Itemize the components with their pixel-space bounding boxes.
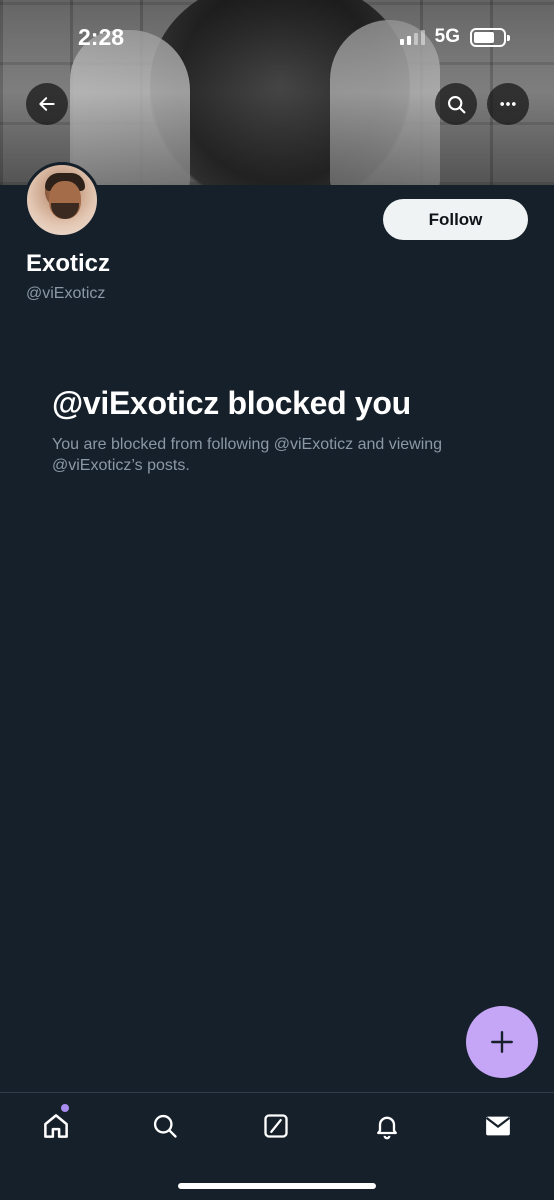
more-options-button[interactable] — [487, 83, 529, 125]
blocked-title: @viExoticz blocked you — [52, 385, 411, 421]
search-button[interactable] — [435, 83, 477, 125]
mail-icon — [485, 1116, 511, 1136]
arrow-left-icon — [39, 97, 55, 111]
network-label: 5G — [434, 26, 460, 47]
follow-button[interactable]: Follow — [383, 199, 528, 240]
more-horizontal-icon — [500, 102, 516, 106]
tab-home[interactable] — [39, 1109, 73, 1143]
status-time: 2:28 — [78, 24, 125, 50]
tab-notifications[interactable] — [370, 1109, 404, 1143]
blocked-description: You are blocked from following @viExotic… — [52, 436, 443, 474]
bell-icon — [377, 1116, 397, 1140]
home-indicator — [178, 1183, 376, 1189]
profile-handle: @viExoticz — [26, 285, 106, 302]
tab-messages[interactable] — [481, 1109, 515, 1143]
cellular-signal-icon — [399, 29, 425, 45]
home-notification-dot — [61, 1104, 69, 1112]
grok-icon — [264, 1114, 288, 1138]
tab-grok[interactable] — [259, 1109, 293, 1143]
battery-icon — [470, 27, 510, 47]
tab-search[interactable] — [148, 1109, 182, 1143]
profile-avatar[interactable] — [24, 162, 100, 238]
back-button[interactable] — [26, 83, 68, 125]
profile-screen: 2:28 5G Follow Exoticz @viExoticz @viExo… — [0, 0, 554, 1200]
home-icon — [44, 1114, 68, 1138]
compose-post-button[interactable] — [466, 1006, 538, 1078]
status-indicators: 5G — [399, 26, 510, 48]
display-name: Exoticz — [26, 250, 111, 277]
search-icon — [447, 95, 465, 113]
plus-icon — [491, 1031, 513, 1053]
search-icon — [153, 1114, 177, 1138]
